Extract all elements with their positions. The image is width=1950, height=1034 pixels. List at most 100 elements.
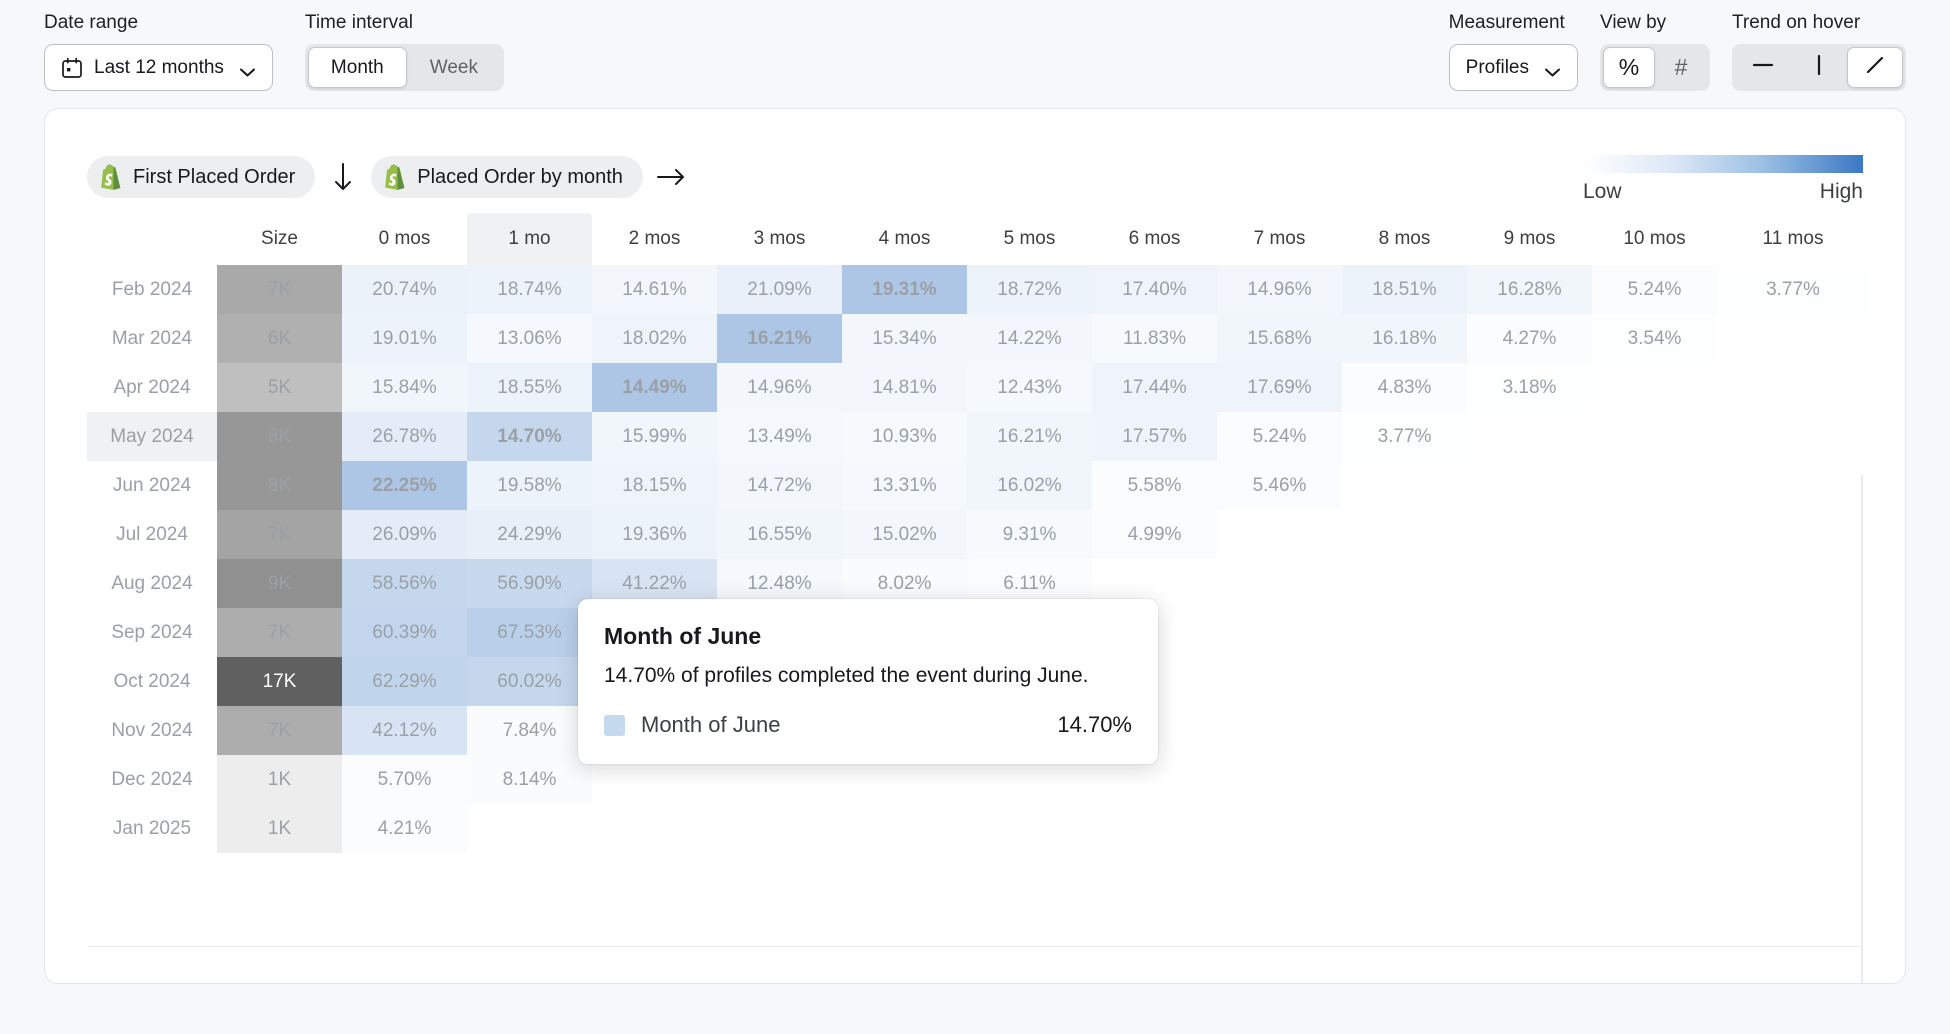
heatmap-cell[interactable]: 14.72% [717, 461, 842, 510]
column-header-4-mos[interactable]: 4 mos [842, 213, 967, 265]
cohort-size-cell[interactable]: 7K [217, 510, 342, 559]
heatmap-cell[interactable]: 15.68% [1217, 314, 1342, 363]
heatmap-cell[interactable]: 5.24% [1592, 265, 1717, 314]
column-header-8-mos[interactable]: 8 mos [1342, 213, 1467, 265]
heatmap-cell[interactable]: 16.02% [967, 461, 1092, 510]
trend-option-diagonal[interactable] [1847, 47, 1903, 88]
heatmap-cell[interactable]: 5.58% [1092, 461, 1217, 510]
vertical-scrollbar[interactable] [1861, 475, 1863, 984]
measurement-select[interactable]: Profiles [1449, 44, 1578, 91]
heatmap-cell[interactable]: 24.29% [467, 510, 592, 559]
row-label-apr-2024[interactable]: Apr 2024 [87, 363, 217, 412]
trend-option-row[interactable] [1735, 47, 1791, 88]
cohort-size-cell[interactable]: 8K [217, 461, 342, 510]
heatmap-cell[interactable]: 60.02% [467, 657, 592, 706]
heatmap-cell[interactable]: 4.99% [1092, 510, 1217, 559]
event-pill-placed-order-by-month[interactable]: Placed Order by month [371, 156, 643, 198]
heatmap-cell[interactable]: 60.39% [342, 608, 467, 657]
heatmap-cell[interactable]: 13.31% [842, 461, 967, 510]
heatmap-cell[interactable]: 19.36% [592, 510, 717, 559]
row-label-sep-2024[interactable]: Sep 2024 [87, 608, 217, 657]
row-label-jan-2025[interactable]: Jan 2025 [87, 804, 217, 853]
heatmap-cell[interactable]: 26.09% [342, 510, 467, 559]
heatmap-cell[interactable]: 4.27% [1467, 314, 1592, 363]
heatmap-cell[interactable]: 58.56% [342, 559, 467, 608]
column-header-1-mo[interactable]: 1 mo [467, 213, 592, 265]
heatmap-cell[interactable]: 13.49% [717, 412, 842, 461]
column-header-7-mos[interactable]: 7 mos [1217, 213, 1342, 265]
time-interval-option-month[interactable]: Month [308, 47, 407, 88]
heatmap-cell[interactable]: 14.22% [967, 314, 1092, 363]
column-header-0-mos[interactable]: 0 mos [342, 213, 467, 265]
heatmap-cell[interactable]: 67.53% [467, 608, 592, 657]
trend-option-column[interactable] [1791, 47, 1847, 88]
heatmap-cell[interactable]: 4.83% [1342, 363, 1467, 412]
heatmap-cell[interactable]: 12.43% [967, 363, 1092, 412]
heatmap-cell[interactable]: 11.83% [1092, 314, 1217, 363]
heatmap-cell[interactable]: 16.21% [967, 412, 1092, 461]
cohort-size-cell[interactable]: 1K [217, 755, 342, 804]
row-label-mar-2024[interactable]: Mar 2024 [87, 314, 217, 363]
cohort-size-cell[interactable]: 7K [217, 706, 342, 755]
heatmap-cell[interactable]: 62.29% [342, 657, 467, 706]
column-header-2-mos[interactable]: 2 mos [592, 213, 717, 265]
row-label-nov-2024[interactable]: Nov 2024 [87, 706, 217, 755]
column-header-5-mos[interactable]: 5 mos [967, 213, 1092, 265]
heatmap-cell[interactable]: 18.72% [967, 265, 1092, 314]
column-header-size[interactable]: Size [217, 213, 342, 265]
heatmap-cell[interactable]: 15.99% [592, 412, 717, 461]
heatmap-cell[interactable]: 7.84% [467, 706, 592, 755]
heatmap-cell[interactable]: 5.46% [1217, 461, 1342, 510]
row-label-dec-2024[interactable]: Dec 2024 [87, 755, 217, 804]
heatmap-cell[interactable]: 14.49% [592, 363, 717, 412]
column-header-6-mos[interactable]: 6 mos [1092, 213, 1217, 265]
cohort-size-cell[interactable]: 6K [217, 314, 342, 363]
heatmap-cell[interactable]: 18.51% [1342, 265, 1467, 314]
heatmap-cell[interactable]: 42.12% [342, 706, 467, 755]
heatmap-cell[interactable]: 8.14% [467, 755, 592, 804]
heatmap-cell[interactable]: 3.18% [1467, 363, 1592, 412]
heatmap-cell[interactable]: 19.31% [842, 265, 967, 314]
heatmap-cell[interactable]: 5.24% [1217, 412, 1342, 461]
heatmap-cell[interactable]: 18.15% [592, 461, 717, 510]
time-interval-option-week[interactable]: Week [407, 47, 501, 88]
row-label-feb-2024[interactable]: Feb 2024 [87, 265, 217, 314]
heatmap-cell[interactable]: 4.21% [342, 804, 467, 853]
heatmap-cell[interactable]: 3.54% [1592, 314, 1717, 363]
row-label-jun-2024[interactable]: Jun 2024 [87, 461, 217, 510]
heatmap-cell[interactable]: 14.70% [467, 412, 592, 461]
heatmap-cell[interactable]: 20.74% [342, 265, 467, 314]
heatmap-cell[interactable]: 19.58% [467, 461, 592, 510]
row-label-aug-2024[interactable]: Aug 2024 [87, 559, 217, 608]
heatmap-cell[interactable]: 17.44% [1092, 363, 1217, 412]
column-header-10-mos[interactable]: 10 mos [1592, 213, 1717, 265]
heatmap-cell[interactable]: 18.55% [467, 363, 592, 412]
heatmap-cell[interactable]: 15.02% [842, 510, 967, 559]
heatmap-cell[interactable]: 3.77% [1717, 265, 1869, 314]
heatmap-cell[interactable]: 17.69% [1217, 363, 1342, 412]
cohort-size-cell[interactable]: 17K [217, 657, 342, 706]
row-label-jul-2024[interactable]: Jul 2024 [87, 510, 217, 559]
heatmap-cell[interactable]: 15.84% [342, 363, 467, 412]
heatmap-cell[interactable]: 14.96% [1217, 265, 1342, 314]
row-label-may-2024[interactable]: May 2024 [87, 412, 217, 461]
column-header-11-mos[interactable]: 11 mos [1717, 213, 1869, 265]
heatmap-cell[interactable]: 14.61% [592, 265, 717, 314]
date-range-select[interactable]: Last 12 months [44, 44, 273, 91]
heatmap-cell[interactable]: 14.81% [842, 363, 967, 412]
heatmap-cell[interactable]: 17.57% [1092, 412, 1217, 461]
heatmap-cell[interactable]: 21.09% [717, 265, 842, 314]
cohort-size-cell[interactable]: 8K [217, 412, 342, 461]
cohort-size-cell[interactable]: 7K [217, 608, 342, 657]
heatmap-cell[interactable]: 18.74% [467, 265, 592, 314]
column-header-3-mos[interactable]: 3 mos [717, 213, 842, 265]
heatmap-cell[interactable]: 17.40% [1092, 265, 1217, 314]
view-by-option-percent[interactable]: % [1603, 47, 1655, 88]
heatmap-cell[interactable]: 13.06% [467, 314, 592, 363]
cohort-size-cell[interactable]: 9K [217, 559, 342, 608]
heatmap-cell[interactable]: 5.70% [342, 755, 467, 804]
column-header-9-mos[interactable]: 9 mos [1467, 213, 1592, 265]
heatmap-cell[interactable]: 16.18% [1342, 314, 1467, 363]
cohort-size-cell[interactable]: 7K [217, 265, 342, 314]
heatmap-cell[interactable]: 56.90% [467, 559, 592, 608]
